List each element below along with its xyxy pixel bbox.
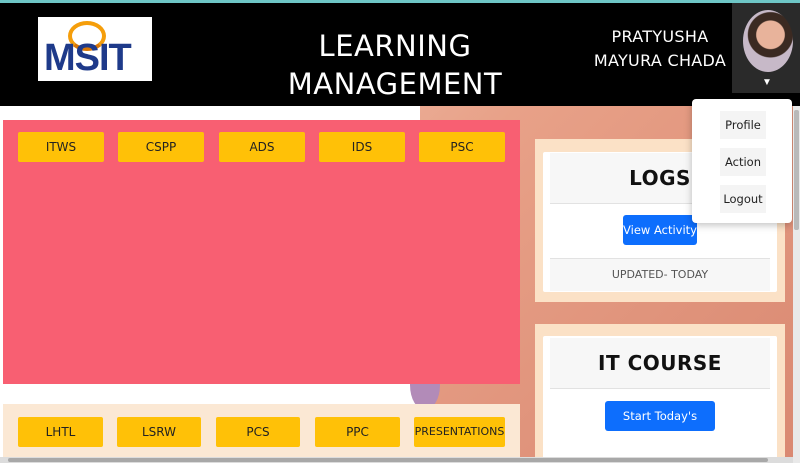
menu-item-profile[interactable]: Profile <box>720 111 766 139</box>
course-button-ppc[interactable]: PPC <box>315 417 400 447</box>
course-button-lsrw[interactable]: LSRW <box>117 417 201 447</box>
course-button-lhtl[interactable]: LHTL <box>18 417 103 447</box>
course-button-ads[interactable]: ADS <box>219 132 305 162</box>
course-button-ids[interactable]: IDS <box>319 132 405 162</box>
user-avatar-button[interactable]: ▼ <box>732 3 800 93</box>
course-button-itws[interactable]: ITWS <box>18 132 104 162</box>
course-button-pcs[interactable]: PCS <box>216 417 300 447</box>
it-course-card-title: IT COURSE <box>550 338 770 389</box>
course-button-psc[interactable]: PSC <box>419 132 505 162</box>
msit-logo[interactable]: MSIT <box>38 17 152 81</box>
header-bar: MSIT LEARNING MANAGEMENT SYSTEM PRATYUSH… <box>0 3 800 139</box>
menu-item-action[interactable]: Action <box>720 148 766 176</box>
logo-text: MSIT <box>44 37 132 79</box>
it-course-card-body: IT COURSE Start Today's Module <box>543 336 777 463</box>
course-button-presentations[interactable]: PRESENTATIONS <box>414 417 505 447</box>
caret-down-icon: ▼ <box>762 77 772 88</box>
vertical-scroll-thumb[interactable] <box>794 110 799 230</box>
avatar <box>743 10 793 72</box>
view-activity-button[interactable]: View Activity <box>623 215 697 245</box>
horizontal-scroll-thumb[interactable] <box>8 458 768 462</box>
menu-item-logout[interactable]: Logout <box>720 185 766 213</box>
course-button-cspp[interactable]: CSPP <box>118 132 204 162</box>
it-course-card: IT COURSE Start Today's Module <box>535 324 785 463</box>
user-name: PRATYUSHA MAYURA CHADA <box>593 27 727 70</box>
start-module-button[interactable]: Start Today's Module <box>605 401 715 453</box>
user-dropdown-menu: Profile Action Logout <box>692 99 792 223</box>
logs-card-footer: UPDATED- TODAY <box>550 258 770 291</box>
